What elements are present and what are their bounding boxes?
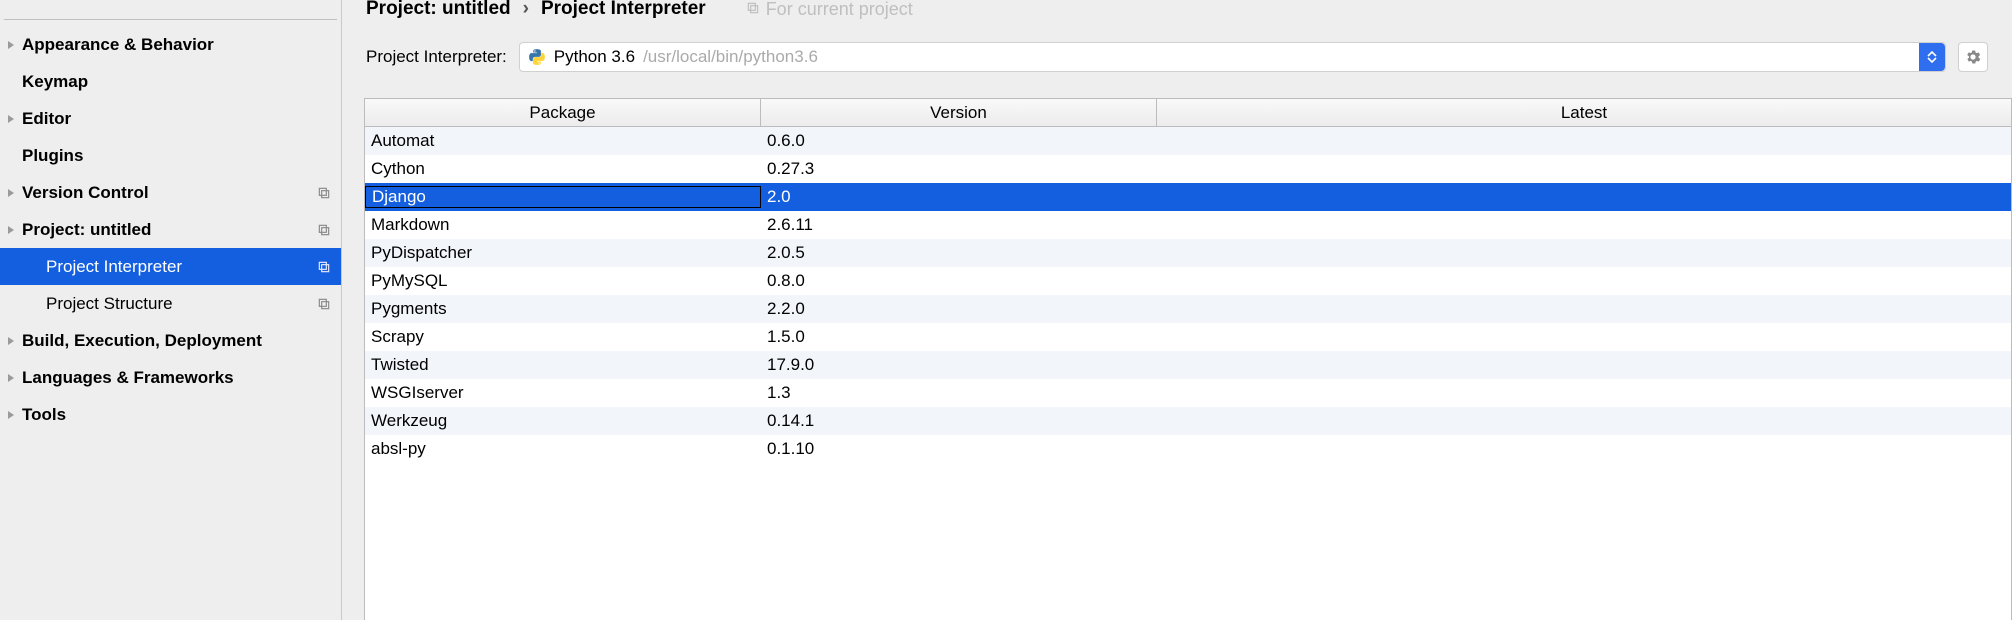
col-header-version[interactable]: Version [761, 99, 1157, 126]
interpreter-label: Project Interpreter: [366, 47, 507, 67]
cell-version: 0.6.0 [761, 131, 1157, 151]
interpreter-dropdown[interactable]: Python 3.6 /usr/local/bin/python3.6 [519, 42, 1946, 72]
sidebar-item[interactable]: Appearance & Behavior [0, 26, 341, 63]
cell-package: Werkzeug [365, 411, 761, 431]
sidebar-item[interactable]: Project: untitled [0, 211, 341, 248]
sidebar-item-label: Project Structure [46, 294, 317, 314]
cell-package: Django [365, 186, 761, 208]
interpreter-path: /usr/local/bin/python3.6 [643, 47, 818, 67]
main-panel: Project: untitled › Project Interpreter … [342, 0, 2012, 620]
sidebar-item[interactable]: Tools [0, 396, 341, 433]
breadcrumb: Project: untitled › Project Interpreter … [342, 0, 2012, 24]
table-header: Package Version Latest [365, 99, 2011, 127]
interpreter-row: Project Interpreter: Python 3.6 /usr/loc… [342, 24, 2012, 98]
chevron-right-icon [4, 38, 18, 52]
chevron-right-icon [4, 223, 18, 237]
sidebar-item-label: Keymap [22, 72, 341, 92]
table-row[interactable]: PyDispatcher2.0.5 [365, 239, 2011, 267]
col-header-latest[interactable]: Latest [1157, 99, 2011, 126]
settings-tree: Appearance & Behavior Keymap Editor Plugins… [0, 24, 341, 433]
chevron-right-icon [4, 149, 18, 163]
cell-package: absl-py [365, 439, 761, 459]
sidebar-item-label: Tools [22, 405, 341, 425]
breadcrumb-section: Project Interpreter [541, 0, 706, 20]
cell-version: 17.9.0 [761, 355, 1157, 375]
sidebar-item[interactable]: Build, Execution, Deployment [0, 322, 341, 359]
table-row[interactable]: Markdown2.6.11 [365, 211, 2011, 239]
cell-package: Pygments [365, 299, 761, 319]
settings-sidebar: Appearance & Behavior Keymap Editor Plugins… [0, 0, 342, 620]
cell-version: 2.6.11 [761, 215, 1157, 235]
table-row[interactable]: WSGIserver1.3 [365, 379, 2011, 407]
table-row[interactable]: Cython0.27.3 [365, 155, 2011, 183]
python-icon [528, 48, 546, 66]
cell-package: WSGIserver [365, 383, 761, 403]
breadcrumb-meta: For current project [746, 0, 913, 20]
cell-package: Scrapy [365, 327, 761, 347]
interpreter-name: Python 3.6 [554, 47, 635, 67]
copy-icon [317, 260, 331, 274]
chevron-right-icon [4, 334, 18, 348]
breadcrumb-meta-label: For current project [766, 0, 913, 20]
sidebar-item-label: Project: untitled [22, 220, 317, 240]
packages-table: Package Version Latest Automat0.6.0Cytho… [364, 98, 2012, 620]
table-row[interactable]: Pygments2.2.0 [365, 295, 2011, 323]
sidebar-item-label: Plugins [22, 146, 341, 166]
sidebar-item-label: Project Interpreter [46, 257, 317, 277]
cell-package: Markdown [365, 215, 761, 235]
settings-gear-button[interactable] [1958, 42, 1988, 72]
sidebar-item-label: Build, Execution, Deployment [22, 331, 341, 351]
table-row[interactable]: Twisted17.9.0 [365, 351, 2011, 379]
cell-version: 1.3 [761, 383, 1157, 403]
cell-package: PyDispatcher [365, 243, 761, 263]
search-input[interactable] [4, 0, 337, 20]
sidebar-item-label: Languages & Frameworks [22, 368, 341, 388]
chevron-right-icon [4, 408, 18, 422]
cell-version: 0.27.3 [761, 159, 1157, 179]
table-row[interactable]: Django2.0 [365, 183, 2011, 211]
table-row[interactable]: absl-py0.1.10 [365, 435, 2011, 463]
col-header-package[interactable]: Package [365, 99, 761, 126]
sidebar-item[interactable]: Editor [0, 100, 341, 137]
cell-version: 0.14.1 [761, 411, 1157, 431]
sidebar-item-label: Editor [22, 109, 341, 129]
sidebar-item[interactable]: Version Control [0, 174, 341, 211]
breadcrumb-project: Project: untitled [366, 0, 511, 20]
sidebar-item[interactable]: Keymap [0, 63, 341, 100]
cell-version: 1.5.0 [761, 327, 1157, 347]
cell-version: 0.8.0 [761, 271, 1157, 291]
chevron-right-icon [4, 371, 18, 385]
chevron-right-icon [4, 186, 18, 200]
copy-icon [317, 223, 331, 237]
cell-version: 2.2.0 [761, 299, 1157, 319]
copy-icon [317, 297, 331, 311]
breadcrumb-separator: › [523, 0, 529, 20]
table-row[interactable]: Scrapy1.5.0 [365, 323, 2011, 351]
cell-package: Twisted [365, 355, 761, 375]
sidebar-item[interactable]: Project Structure [0, 285, 341, 322]
sidebar-item-label: Appearance & Behavior [22, 35, 341, 55]
cell-version: 0.1.10 [761, 439, 1157, 459]
table-body: Automat0.6.0Cython0.27.3Django2.0Markdow… [365, 127, 2011, 463]
cell-package: Cython [365, 159, 761, 179]
table-row[interactable]: Werkzeug0.14.1 [365, 407, 2011, 435]
sidebar-item[interactable]: Plugins [0, 137, 341, 174]
chevron-right-icon [4, 75, 18, 89]
sidebar-item-label: Version Control [22, 183, 317, 203]
table-row[interactable]: PyMySQL0.8.0 [365, 267, 2011, 295]
copy-icon [317, 186, 331, 200]
table-row[interactable]: Automat0.6.0 [365, 127, 2011, 155]
cell-package: PyMySQL [365, 271, 761, 291]
copy-icon [746, 0, 760, 20]
cell-version: 2.0.5 [761, 243, 1157, 263]
chevron-right-icon [4, 112, 18, 126]
sidebar-item[interactable]: Languages & Frameworks [0, 359, 341, 396]
dropdown-chevrons-icon[interactable] [1919, 43, 1945, 71]
sidebar-item[interactable]: Project Interpreter [0, 248, 341, 285]
cell-version: 2.0 [761, 187, 1157, 207]
cell-package: Automat [365, 131, 761, 151]
